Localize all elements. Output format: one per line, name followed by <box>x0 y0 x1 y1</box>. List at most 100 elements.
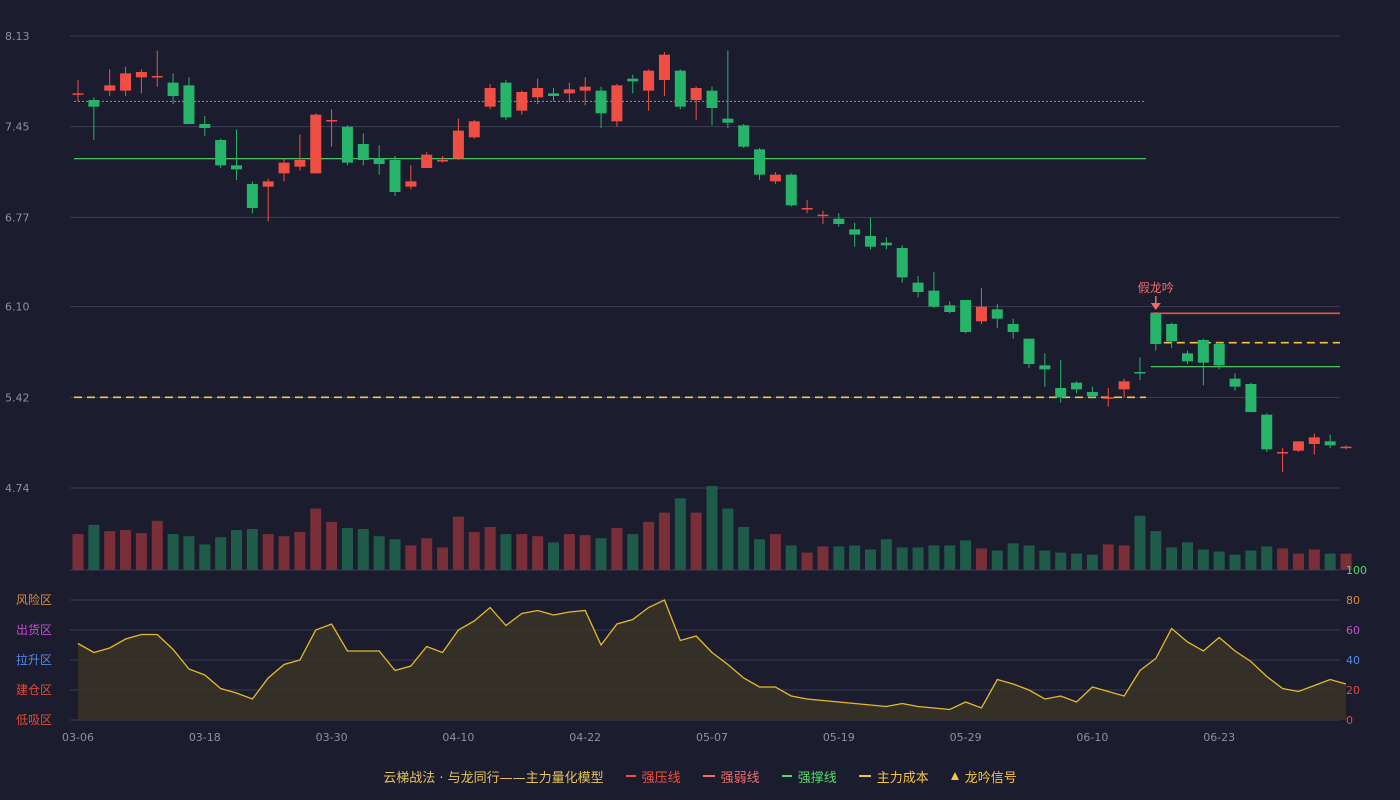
legend-item-dragon-signal: 龙吟信号 <box>950 767 1017 786</box>
candle <box>563 82 575 103</box>
zone-label: 风险区 <box>16 592 52 607</box>
volume-bar <box>801 552 813 570</box>
candle <box>880 237 892 250</box>
candle <box>183 77 195 124</box>
price-tick-label: 5.42 <box>5 391 30 404</box>
volume-bar <box>72 534 84 570</box>
candle-body <box>548 93 559 96</box>
candle <box>1245 382 1257 412</box>
candle <box>104 69 116 96</box>
candle <box>262 178 274 222</box>
candle-body <box>944 305 956 312</box>
volume-bar <box>484 526 496 570</box>
candle-body <box>468 121 480 138</box>
date-tick-label: 04-22 <box>569 731 601 744</box>
candle-body <box>120 73 132 91</box>
volume-bar <box>769 534 781 570</box>
volume-bar <box>706 486 718 570</box>
zone-label: 出货区 <box>16 622 52 637</box>
stock-chart: 8.13 7.45 6.77 6.10 5.42 4.74 100 80 60 40 20 0 风险区… <box>5 30 1367 744</box>
legend-item-main-cost: 主力成本 <box>858 767 929 786</box>
volume-bar <box>944 545 956 570</box>
candle-body <box>1308 437 1320 444</box>
candle <box>643 69 655 111</box>
volume-bar <box>167 534 179 570</box>
candle <box>896 245 908 283</box>
candle-body <box>658 54 670 80</box>
volume-bar <box>310 508 322 570</box>
candle <box>326 109 338 147</box>
candle <box>373 145 385 175</box>
candle-body <box>706 90 718 108</box>
candle <box>135 69 147 94</box>
candle-body <box>754 149 766 175</box>
volume-bar <box>262 534 274 570</box>
candle-body <box>1118 381 1130 390</box>
candle <box>1229 373 1241 391</box>
candle-body <box>389 160 401 192</box>
candle-body <box>437 160 449 162</box>
candle-body <box>357 144 369 160</box>
candle <box>1007 318 1019 339</box>
candle-body <box>960 300 972 332</box>
candle-body <box>975 306 987 322</box>
volume-bar <box>1086 554 1098 570</box>
date-tick-label: 06-23 <box>1203 731 1235 744</box>
candle <box>167 73 179 104</box>
volume-bar <box>468 532 480 570</box>
volume-bar <box>658 512 670 570</box>
signal-label: 假龙吟 <box>1138 280 1174 295</box>
volume-bar <box>975 548 987 570</box>
volume-bar <box>1261 546 1273 570</box>
volume-bar <box>674 498 686 570</box>
candle-body <box>532 88 544 98</box>
candle <box>611 84 623 127</box>
candle <box>215 138 227 168</box>
candle <box>1182 350 1193 364</box>
date-tick-label: 06-10 <box>1076 731 1108 744</box>
candle-body <box>722 118 734 123</box>
candle-body <box>500 82 512 118</box>
candle-body <box>484 88 496 107</box>
candle <box>246 181 258 214</box>
candle-body <box>785 174 797 206</box>
price-grid <box>70 35 1340 571</box>
zone-label: 低吸区 <box>16 713 52 727</box>
candle <box>1213 341 1225 370</box>
volume-bar <box>104 531 116 570</box>
volume-bar <box>611 528 623 570</box>
candle-body <box>1134 372 1146 374</box>
candle <box>975 288 987 324</box>
volume-bar <box>516 534 528 570</box>
candle-body <box>674 70 686 107</box>
candle-body <box>405 181 417 187</box>
candle-body <box>341 126 353 163</box>
candle-body <box>1213 344 1225 366</box>
date-tick-label: 03-30 <box>316 731 348 744</box>
candle-body <box>1182 353 1193 362</box>
volume-bar <box>754 539 766 570</box>
candle-body <box>896 248 908 278</box>
candle-body <box>72 93 84 95</box>
volume-bar <box>215 537 227 570</box>
candle <box>738 124 750 148</box>
candle-body <box>817 214 829 217</box>
price-tick-label: 4.74 <box>5 482 30 495</box>
candle-body <box>373 158 385 164</box>
volume-bar <box>722 508 734 570</box>
candle-body <box>1340 446 1352 449</box>
candle <box>944 301 956 314</box>
volume-bar <box>1071 553 1083 570</box>
date-tick-label: 05-19 <box>823 731 855 744</box>
candle <box>1023 338 1035 368</box>
volume-bar <box>833 546 845 570</box>
candle <box>865 217 876 250</box>
volume-bar <box>991 550 1003 570</box>
volume-bar <box>1102 544 1114 570</box>
candle-body <box>1102 397 1114 399</box>
candle-body <box>262 181 274 187</box>
volume-bar <box>389 539 401 570</box>
indicator-tick-label: 20 <box>1346 684 1360 697</box>
date-axis-labels: 03-06 03-18 03-30 04-10 04-22 05-07 05-19 05-29… <box>62 731 1235 744</box>
candle-body <box>579 86 591 91</box>
